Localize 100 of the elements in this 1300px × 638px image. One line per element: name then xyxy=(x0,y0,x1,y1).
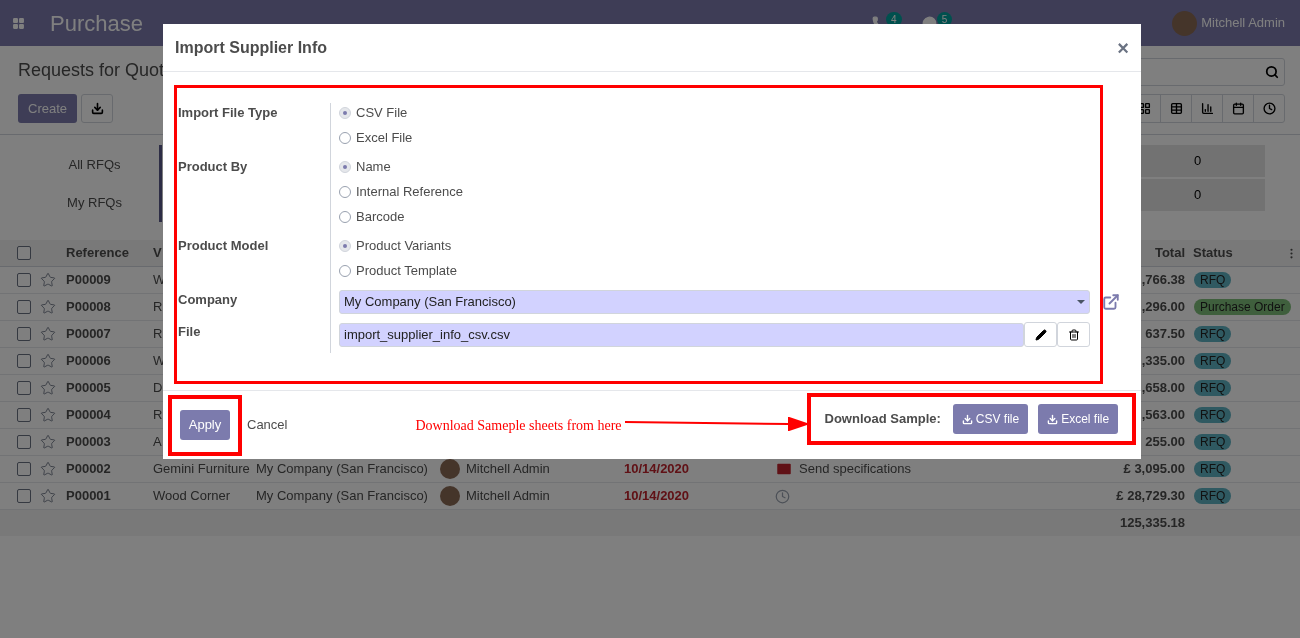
status-badge: RFQ xyxy=(1194,434,1232,451)
apply-button[interactable]: Apply xyxy=(179,410,231,440)
sum-cell: 125,335.18 xyxy=(1119,515,1185,531)
star-icon[interactable] xyxy=(40,272,56,288)
reference-cell: P00002 xyxy=(66,461,111,477)
vendor-cell: Gemini Furniture xyxy=(153,461,250,477)
company-select[interactable]: My Company (San Francisco) xyxy=(339,290,1090,314)
company-cell: My Company (San Francisco) xyxy=(256,461,428,477)
reference-cell: P00009 xyxy=(66,272,111,288)
sample-download-button[interactable]: CSV file xyxy=(952,404,1029,434)
row-checkbox[interactable] xyxy=(17,273,31,287)
total-cell: ,766.38 xyxy=(1141,272,1185,288)
dashboard-filter[interactable]: My RFQs xyxy=(67,193,122,213)
close-button[interactable]: × xyxy=(1117,37,1129,58)
star-icon[interactable] xyxy=(40,326,56,342)
download-icon xyxy=(1047,413,1059,425)
total-cell: £ 3,095.00 xyxy=(1123,461,1185,477)
status-badge: RFQ xyxy=(1194,353,1232,370)
row-checkbox[interactable] xyxy=(17,381,31,395)
row-checkbox[interactable] xyxy=(17,354,31,368)
radio-option[interactable]: Internal Reference xyxy=(339,182,463,201)
status-badge: RFQ xyxy=(1194,461,1232,478)
status-badge: RFQ xyxy=(1194,272,1232,289)
sample-label: Download Sample: xyxy=(824,410,941,429)
reference-cell: P00005 xyxy=(66,380,111,396)
dashboard-filter[interactable]: All RFQs xyxy=(68,154,121,174)
field-label: Import File Type xyxy=(178,105,278,120)
pencil-icon xyxy=(1034,328,1047,341)
cancel-button[interactable]: Cancel xyxy=(247,415,288,435)
deadline-cell: 10/14/2020 xyxy=(624,488,690,504)
reference-cell: P00006 xyxy=(66,353,111,369)
star-icon[interactable] xyxy=(40,407,56,423)
vendor-cell: R xyxy=(153,407,163,423)
download-icon xyxy=(90,102,104,115)
row-checkbox[interactable] xyxy=(17,435,31,449)
clock-icon[interactable] xyxy=(775,488,790,504)
field-label: Company xyxy=(178,292,238,307)
external-link-icon[interactable] xyxy=(1102,293,1120,311)
page-title: Requests for Quot xyxy=(18,59,165,82)
mail-icon[interactable] xyxy=(775,460,793,478)
search-icon[interactable] xyxy=(1265,65,1279,79)
total-cell: £ 28,729.30 xyxy=(1116,488,1185,504)
row-checkbox[interactable] xyxy=(17,300,31,314)
column-header[interactable]: Status xyxy=(1193,243,1233,263)
total-cell: ,335.00 xyxy=(1141,353,1185,369)
deadline-cell: 10/14/2020 xyxy=(624,461,690,477)
buyer-cell-text: Mitchell Admin xyxy=(466,487,550,506)
select-all-checkbox[interactable] xyxy=(17,246,31,260)
vendor-cell: D xyxy=(153,380,163,396)
field-label: Product By xyxy=(178,159,248,174)
apps-menu-icon[interactable] xyxy=(12,16,25,30)
edit-button[interactable] xyxy=(1024,322,1057,347)
radio-option[interactable]: Barcode xyxy=(339,207,405,226)
radio-option[interactable]: Product Template xyxy=(339,261,457,280)
star-icon[interactable] xyxy=(40,434,56,450)
reference-cell: P00008 xyxy=(66,299,111,315)
status-badge: RFQ xyxy=(1194,407,1232,424)
radio-option[interactable]: CSV File xyxy=(339,103,408,122)
file-field[interactable]: import_supplier_info_csv.csv xyxy=(339,322,1024,347)
status-badge: RFQ xyxy=(1194,380,1232,397)
column-header[interactable]: Reference xyxy=(66,245,129,261)
row-checkbox[interactable] xyxy=(17,327,31,341)
buyer-cell-text: Mitchell Admin xyxy=(466,460,550,479)
vendor-cell: Wood Corner xyxy=(153,488,231,504)
radio-option[interactable]: Product Variants xyxy=(339,236,452,255)
radio-option[interactable]: Excel File xyxy=(339,128,413,147)
column-header[interactable]: Total xyxy=(1154,245,1185,261)
download-icon xyxy=(961,413,973,425)
table-icon xyxy=(1169,102,1183,115)
trash-icon xyxy=(1067,328,1080,341)
star-icon[interactable] xyxy=(40,488,56,504)
row-checkbox[interactable] xyxy=(17,408,31,422)
total-cell: ,296.00 xyxy=(1141,299,1185,315)
reference-cell: P00001 xyxy=(66,488,111,504)
column-header[interactable]: V xyxy=(153,245,162,261)
sample-download-button[interactable]: Excel file xyxy=(1038,404,1119,434)
create-button[interactable]: Create xyxy=(18,94,78,123)
star-icon[interactable] xyxy=(40,380,56,396)
app-title: Purchase xyxy=(50,9,143,38)
reference-cell: P00007 xyxy=(66,326,111,342)
clock-icon xyxy=(1262,102,1276,115)
row-checkbox[interactable] xyxy=(17,462,31,476)
reference-cell: P00004 xyxy=(66,407,111,423)
avatar-icon xyxy=(440,459,460,479)
radio-option[interactable]: Name xyxy=(339,157,391,176)
user-name[interactable]: Mitchell Admin xyxy=(1201,13,1285,33)
total-cell: 637.50 xyxy=(1145,326,1185,342)
delete-button[interactable] xyxy=(1057,322,1090,347)
status-badge: RFQ xyxy=(1194,326,1232,343)
field-label: File xyxy=(178,324,201,339)
star-icon[interactable] xyxy=(40,299,56,315)
total-cell: ,658.00 xyxy=(1141,380,1185,396)
vendor-cell: R xyxy=(153,299,163,315)
avatar-icon xyxy=(440,486,460,506)
star-icon[interactable] xyxy=(40,461,56,477)
status-badge: RFQ xyxy=(1194,488,1232,505)
vendor-cell: R xyxy=(153,326,163,342)
row-checkbox[interactable] xyxy=(17,489,31,503)
star-icon[interactable] xyxy=(40,353,56,369)
download-button[interactable] xyxy=(81,94,114,123)
